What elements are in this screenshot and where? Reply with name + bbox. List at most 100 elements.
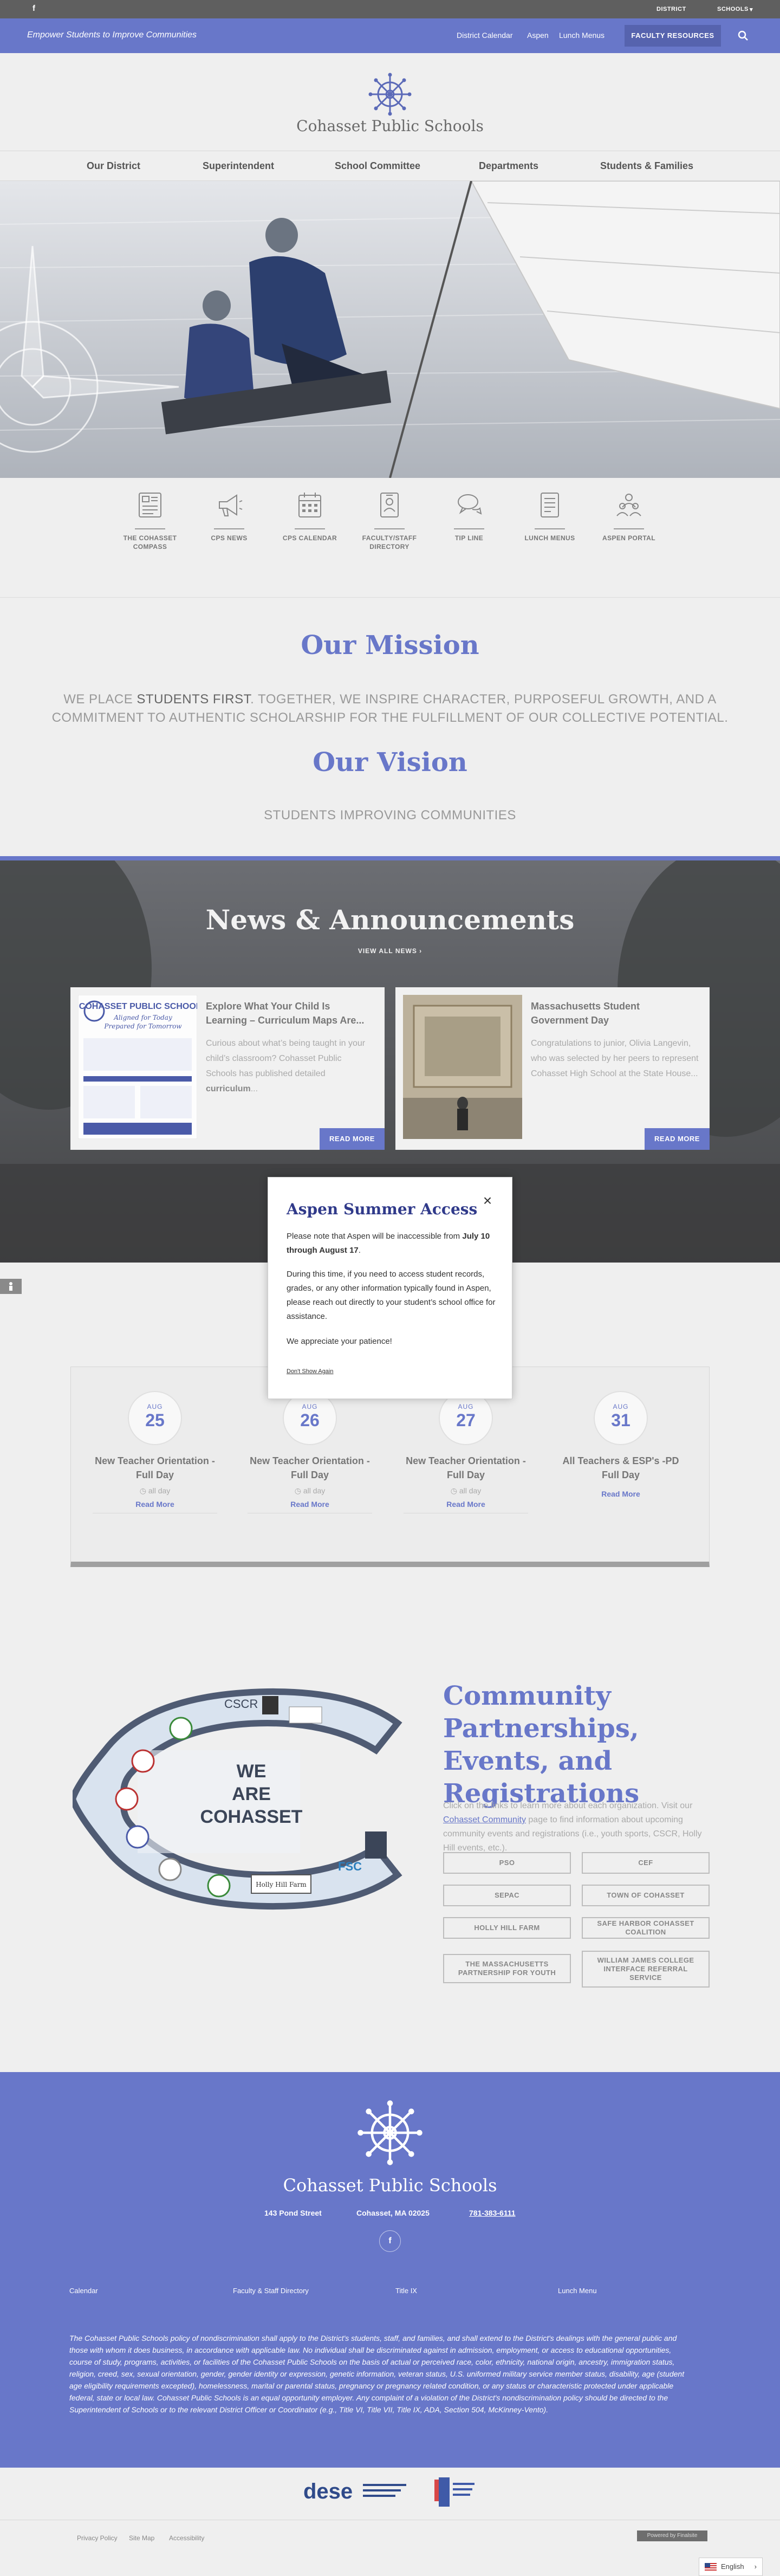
- nav-our-district[interactable]: Our District: [87, 160, 140, 172]
- read-more-button[interactable]: READ MORE: [320, 1128, 385, 1150]
- town-of-cohasset-button[interactable]: TOWN OF COHASSET: [582, 1885, 710, 1906]
- holly-hill-farm-button[interactable]: HOLLY HILL FARM: [443, 1917, 571, 1939]
- bottom-bar: Privacy Policy Site Map Accessibility: [0, 2520, 780, 2576]
- ships-wheel-logo[interactable]: [368, 72, 412, 116]
- state-seal-icon: [434, 2477, 474, 2507]
- divider: [535, 528, 565, 529]
- quicklink-aspen[interactable]: ASPEN PORTAL: [594, 490, 664, 542]
- event-item[interactable]: AUG 26 New Teacher Orientation - Full Day…: [248, 1391, 372, 1513]
- we-are-cohasset-graphic[interactable]: WE ARE COHASSET CSCR Holly Hill Farm FSC: [73, 1685, 414, 1913]
- footer-site-name: Cohasset Public Schools: [283, 2175, 497, 2196]
- quicklink-label: FACULTY/STAFF DIRECTORY: [362, 534, 417, 551]
- faculty-resources-button[interactable]: FACULTY RESOURCES: [625, 25, 721, 47]
- nav-departments[interactable]: Departments: [479, 160, 538, 172]
- event-read-more[interactable]: Read More: [404, 1500, 528, 1509]
- footer-phone[interactable]: 781-383-6111: [469, 2209, 516, 2217]
- event-item[interactable]: AUG 31 All Teachers & ESP's -PD Full Day …: [558, 1391, 683, 1498]
- aspen-link[interactable]: Aspen: [527, 31, 549, 40]
- megaphone-icon: [219, 494, 243, 516]
- facebook-icon[interactable]: f: [379, 2230, 401, 2252]
- accessibility-tab[interactable]: [0, 1279, 22, 1294]
- read-more-button[interactable]: READ MORE: [645, 1128, 710, 1150]
- event-item[interactable]: AUG 25 New Teacher Orientation - Full Day…: [93, 1391, 217, 1513]
- quicklink-tipline[interactable]: TIP LINE: [434, 490, 504, 542]
- accessibility-icon: [9, 1282, 12, 1291]
- footer-link-lunch-menu[interactable]: Lunch Menu: [558, 2287, 597, 2295]
- news-card[interactable]: COHASSET PUBLIC SCHOOLS Aligned for Toda…: [70, 987, 385, 1150]
- quicklink-calendar[interactable]: CPS CALENDAR: [275, 490, 345, 542]
- event-title[interactable]: New Teacher Orientation - Full Day: [404, 1454, 528, 1482]
- district-calendar-link[interactable]: District Calendar: [457, 31, 512, 40]
- site-map-link[interactable]: Site Map: [129, 2534, 154, 2542]
- dese-logo[interactable]: dese: [303, 2480, 412, 2507]
- safe-harbor-button[interactable]: SAFE HARBOR COHASSET COALITION: [582, 1917, 710, 1939]
- event-read-more[interactable]: Read More: [558, 1490, 683, 1498]
- footer-link-directory[interactable]: Faculty & Staff Directory: [233, 2287, 309, 2295]
- powered-by-finalsite[interactable]: Powered by Finalsite: [637, 2530, 707, 2541]
- close-icon[interactable]: ×: [480, 1193, 495, 1208]
- news-card[interactable]: Massachusetts Student Government Day Con…: [395, 987, 710, 1150]
- mission-text: WE PLACE STUDENTS FIRST. TOGETHER, WE IN…: [51, 692, 729, 725]
- event-title[interactable]: New Teacher Orientation - Full Day: [93, 1454, 217, 1482]
- tagline: Empower Students to Improve Communities: [27, 30, 197, 40]
- community-text: Click on the links to learn more about e…: [443, 1801, 702, 1853]
- event-title[interactable]: New Teacher Orientation - Full Day: [248, 1454, 372, 1482]
- nav-school-committee[interactable]: School Committee: [335, 160, 420, 172]
- mass-partnership-button[interactable]: THE MASSACHUSETTS PARTNERSHIP FOR YOUTH: [443, 1954, 571, 1983]
- sepac-button[interactable]: SEPAC: [443, 1885, 571, 1906]
- we-are-line-1: WE: [237, 1761, 266, 1782]
- aspen-alert-modal: Aspen Summer Access × Please note that A…: [268, 1177, 512, 1399]
- sailing-photo: [0, 181, 780, 478]
- event-title[interactable]: All Teachers & ESP's -PD Full Day: [558, 1454, 683, 1482]
- quicklink-lunch[interactable]: LUNCH MENUS: [515, 490, 585, 542]
- event-date: AUG 25: [128, 1391, 182, 1445]
- footer-city: Cohasset, MA 02025: [356, 2209, 430, 2217]
- language-selector[interactable]: English ›: [699, 2558, 763, 2576]
- event-read-more[interactable]: Read More: [248, 1500, 372, 1509]
- nav-superintendent[interactable]: Superintendent: [203, 160, 274, 172]
- footer-link-title-ix[interactable]: Title IX: [395, 2287, 417, 2295]
- lunch-menus-link[interactable]: Lunch Menus: [559, 31, 604, 40]
- modal-title: Aspen Summer Access: [287, 1200, 478, 1218]
- search-icon[interactable]: [737, 29, 750, 42]
- nav-students-families[interactable]: Students & Families: [600, 160, 693, 172]
- pso-button[interactable]: PSO: [443, 1852, 571, 1874]
- quicklink-compass[interactable]: THE COHASSET COMPASS: [115, 490, 185, 551]
- mission-title: Our Mission: [301, 630, 479, 661]
- divider: [214, 528, 244, 529]
- cohasset-community-link[interactable]: Cohasset Community: [443, 1815, 526, 1824]
- dont-show-again-link[interactable]: Don't Show Again: [287, 1368, 334, 1375]
- accessibility-link[interactable]: Accessibility: [169, 2534, 204, 2542]
- we-are-line-3: COHASSET: [200, 1807, 303, 1827]
- quicklink-news[interactable]: CPS NEWS: [194, 490, 264, 542]
- district-dropdown[interactable]: DISTRICT: [656, 6, 686, 12]
- news-card-title[interactable]: Explore What Your Child Is Learning – Cu…: [206, 999, 374, 1027]
- quicklink-directory[interactable]: FACULTY/STAFF DIRECTORY: [354, 490, 425, 551]
- quick-links: THE COHASSET COMPASS CPS NEWS CPS CALEND…: [0, 478, 780, 597]
- cef-button[interactable]: CEF: [582, 1852, 710, 1874]
- chevron-down-icon: ▾: [750, 7, 753, 13]
- curriculum-flyer-image: COHASSET PUBLIC SCHOOLS Aligned for Toda…: [78, 995, 197, 1139]
- site-header: Cohasset Public Schools: [0, 53, 780, 151]
- event-item[interactable]: AUG 27 New Teacher Orientation - Full Day…: [404, 1391, 528, 1513]
- news-card-title[interactable]: Massachusetts Student Government Day: [531, 999, 699, 1027]
- hero-image: [0, 181, 780, 478]
- mission-emphasis: STUDENTS FIRST: [136, 692, 251, 707]
- vision-title: Our Vision: [313, 747, 467, 778]
- event-read-more[interactable]: Read More: [93, 1500, 217, 1509]
- william-james-button[interactable]: WILLIAM JAMES COLLEGE INTERFACE REFERRAL…: [582, 1951, 710, 1988]
- divider: [374, 528, 405, 529]
- chevron-right-icon: ›: [754, 2562, 757, 2571]
- facebook-icon[interactable]: f: [32, 4, 35, 13]
- schools-dropdown[interactable]: SCHOOLS: [717, 6, 749, 12]
- footer-link-calendar[interactable]: Calendar: [69, 2287, 98, 2295]
- privacy-policy-link[interactable]: Privacy Policy: [77, 2534, 118, 2542]
- site-name[interactable]: Cohasset Public Schools: [0, 117, 780, 135]
- view-all-news-link[interactable]: VIEW ALL NEWS ›: [0, 947, 780, 955]
- massachusetts-state-logo[interactable]: [431, 2475, 477, 2511]
- divider: [454, 528, 484, 529]
- quicklink-label: TIP LINE: [454, 534, 484, 542]
- menu-icon: [541, 493, 559, 517]
- site-footer: Cohasset Public Schools 143 Pond Street …: [0, 2072, 780, 2468]
- event-time: ◷ all day: [294, 1486, 326, 1495]
